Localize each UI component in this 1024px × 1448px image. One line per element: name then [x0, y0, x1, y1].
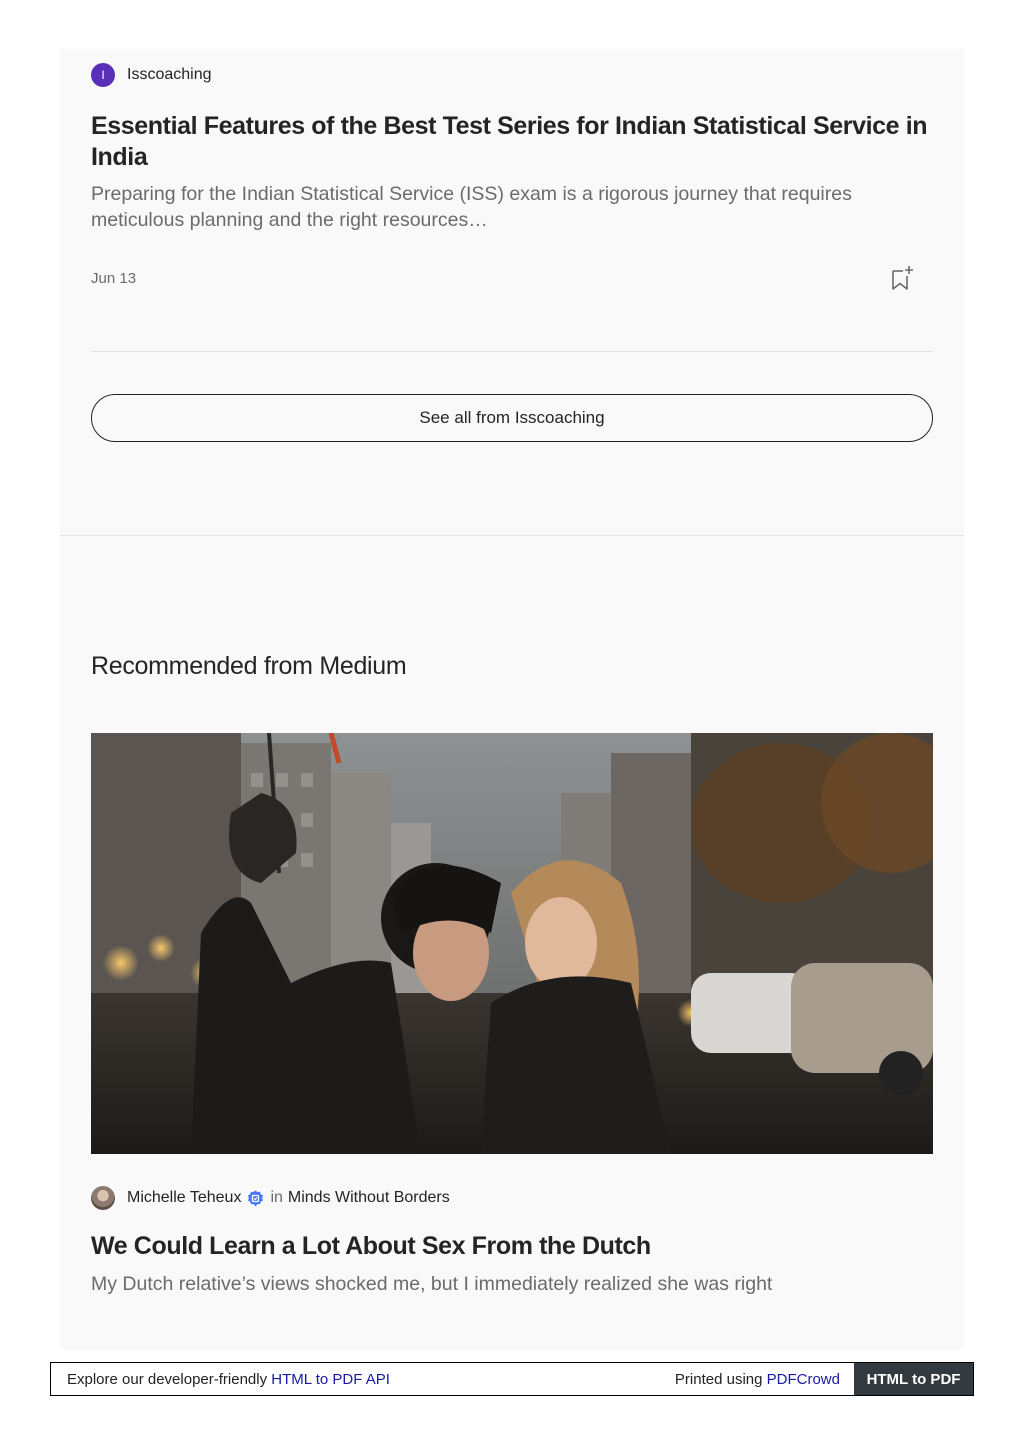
author-avatar[interactable]: I — [91, 63, 115, 87]
html-to-pdf-badge[interactable]: HTML to PDF — [854, 1363, 973, 1395]
recommended-section: Recommended from Medium Michelle Teheux … — [60, 536, 964, 1350]
recommended-heading: Recommended from Medium — [91, 652, 407, 680]
divider — [91, 351, 933, 352]
rec-author-avatar[interactable] — [91, 1186, 115, 1210]
footer-promo: Explore our developer-friendly HTML to P… — [67, 1371, 390, 1388]
rec-article-subtitle[interactable]: My Dutch relative’s views shocked me, bu… — [91, 1273, 772, 1296]
article-title[interactable]: Essential Features of the Best Test Seri… — [91, 111, 933, 173]
pdf-footer: Explore our developer-friendly HTML to P… — [50, 1362, 974, 1396]
author-name[interactable]: Isscoaching — [127, 66, 212, 84]
article-hero-image[interactable] — [91, 733, 933, 1154]
rec-article-title[interactable]: We Could Learn a Lot About Sex From the … — [91, 1232, 651, 1261]
footer-promo-text: Explore our developer-friendly — [67, 1370, 272, 1388]
rec-author-name[interactable]: Michelle Teheux — [127, 1189, 241, 1207]
html-to-pdf-api-link[interactable]: HTML to PDF API — [271, 1371, 390, 1388]
see-all-button[interactable]: See all from Isscoaching — [91, 394, 933, 442]
bookmark-add-icon[interactable] — [889, 264, 915, 292]
author-more-panel: I Isscoaching Essential Features of the … — [60, 49, 964, 536]
rec-author-row: Michelle Teheux in Minds Without Borders — [91, 1186, 450, 1210]
in-label: in — [270, 1189, 283, 1206]
author-row[interactable]: I Isscoaching — [91, 63, 212, 87]
article-subtitle[interactable]: Preparing for the Indian Statistical Ser… — [91, 181, 933, 233]
article-date: Jun 13 — [91, 270, 137, 287]
footer-printed-text: Printed using — [674, 1370, 767, 1388]
footer-printed: Printed using PDFCrowd — [675, 1371, 840, 1388]
pdfcrowd-link[interactable]: PDFCrowd — [767, 1371, 840, 1388]
hero-photo — [91, 733, 933, 1154]
verified-badge-icon — [248, 1190, 264, 1206]
publication-name[interactable]: Minds Without Borders — [288, 1189, 450, 1207]
